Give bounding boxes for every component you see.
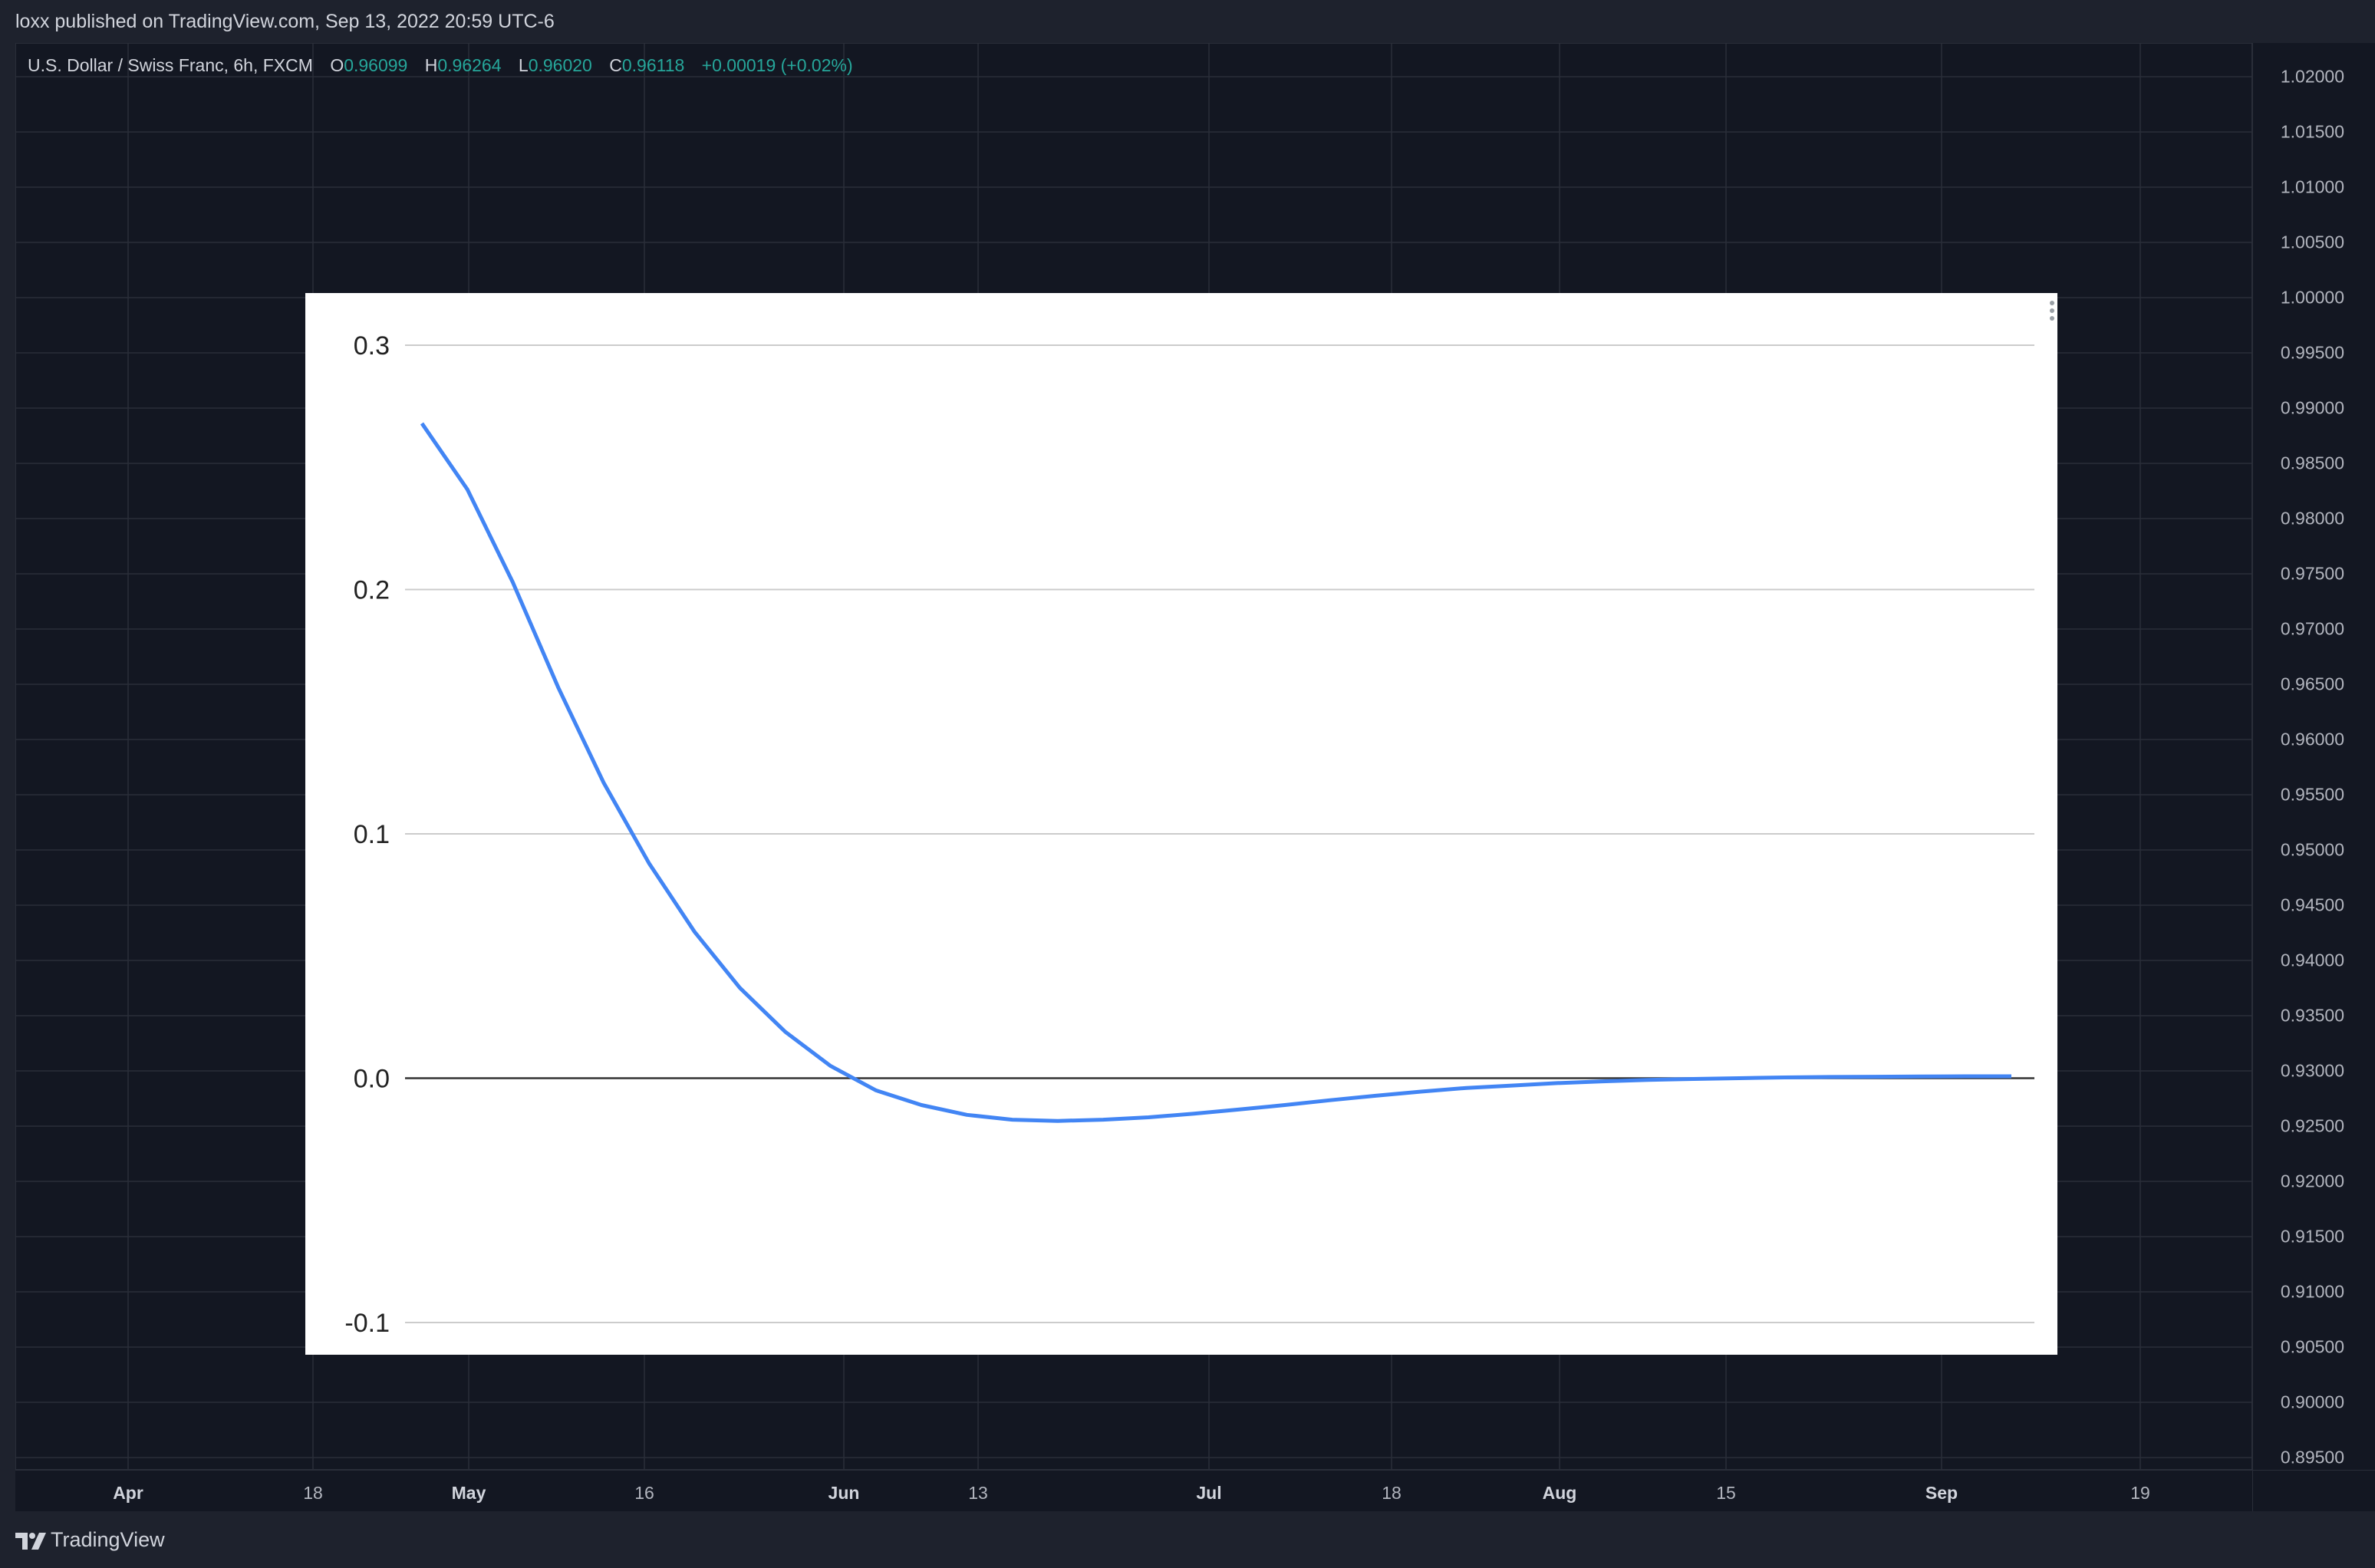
low-label: L: [518, 55, 529, 75]
low-value: 0.96020: [528, 55, 592, 75]
time-tick-label: 15: [1716, 1483, 1736, 1503]
price-tick-label: 0.97000: [2280, 618, 2344, 639]
time-tick-label: Jun: [828, 1483, 860, 1503]
price-tick-label: 0.92000: [2280, 1171, 2344, 1191]
y-tick-label: 0.0: [354, 1065, 390, 1094]
time-tick-label: 19: [2130, 1483, 2150, 1503]
high-value: 0.96264: [437, 55, 502, 75]
tradingview-brand: TradingView: [51, 1528, 165, 1551]
price-tick-label: 0.91000: [2280, 1281, 2344, 1302]
price-tick-label: 0.95500: [2280, 784, 2344, 805]
price-tick-label: 1.00500: [2280, 232, 2344, 252]
close-value: 0.96118: [621, 55, 685, 75]
price-tick-label: 0.96500: [2280, 674, 2344, 694]
footer: TradingView: [0, 1511, 2375, 1568]
price-tick-label: 0.93000: [2280, 1060, 2344, 1081]
price-tick-label: 0.90000: [2280, 1392, 2344, 1412]
y-tick-label: 0.3: [354, 331, 390, 361]
embedded-chart-image: 0.3 0.2 0.1 0.0 -0.1: [305, 293, 2057, 1355]
series-line: [420, 422, 2011, 1123]
price-tick-label: 0.99000: [2280, 397, 2344, 418]
time-axis[interactable]: Apr 18 May 16 Jun 13 Jul 18 Aug 15 Sep 19: [15, 1470, 2252, 1511]
time-tick-label: Aug: [1542, 1483, 1577, 1503]
price-tick-label: 0.94500: [2280, 894, 2344, 915]
publish-header: loxx published on TradingView.com, Sep 1…: [0, 0, 2375, 43]
price-tick-label: 1.02000: [2280, 66, 2344, 87]
time-tick-label: May: [451, 1483, 486, 1503]
embedded-line-chart: 0.3 0.2 0.1 0.0 -0.1: [344, 331, 2034, 1338]
symbol-legend: U.S. Dollar / Swiss Franc, 6h, FXCM O0.9…: [28, 55, 853, 76]
price-tick-label: 0.97500: [2280, 563, 2344, 584]
symbol-name: U.S. Dollar / Swiss Franc, 6h, FXCM: [28, 55, 313, 75]
publish-info: loxx published on TradingView.com, Sep 1…: [15, 11, 555, 32]
price-tick-label: 0.96000: [2280, 729, 2344, 749]
price-tick-label: 0.95000: [2280, 839, 2344, 860]
open-value: 0.96099: [344, 55, 408, 75]
close-label: C: [609, 55, 622, 75]
price-tick-label: 0.91500: [2280, 1226, 2344, 1247]
time-tick-label: 18: [303, 1483, 323, 1503]
time-tick-label: Sep: [1925, 1483, 1958, 1503]
price-tick-label: 0.90500: [2280, 1336, 2344, 1357]
price-tick-label: 0.94000: [2280, 950, 2344, 970]
y-tick-label: 0.1: [354, 820, 390, 849]
price-tick-label: 0.93500: [2280, 1005, 2344, 1026]
tradingview-snapshot: loxx published on TradingView.com, Sep 1…: [0, 0, 2375, 1568]
overlay-menu-icon[interactable]: [2047, 298, 2057, 328]
high-label: H: [424, 55, 438, 75]
price-tick-label: 1.00000: [2280, 287, 2344, 308]
open-label: O: [330, 55, 344, 75]
price-tick-label: 0.98500: [2280, 453, 2344, 473]
y-tick-label: 0.2: [354, 576, 390, 605]
tradingview-logo-icon: [15, 1533, 46, 1550]
change-value: +0.00019 (+0.02%): [701, 55, 853, 75]
time-tick-label: Apr: [113, 1483, 143, 1503]
price-tick-label: 0.92500: [2280, 1115, 2344, 1136]
price-axis[interactable]: 1.02000 1.01500 1.01000 1.00500 1.00000 0.995…: [2252, 43, 2375, 1470]
y-tick-label: -0.1: [344, 1309, 390, 1338]
price-tick-label: 0.98000: [2280, 508, 2344, 529]
price-tick-label: 1.01000: [2280, 176, 2344, 197]
axis-corner: [2252, 1470, 2375, 1511]
time-tick-label: 13: [968, 1483, 988, 1503]
time-tick-label: 18: [1382, 1483, 1402, 1503]
price-tick-label: 0.89500: [2280, 1447, 2344, 1468]
time-tick-label: Jul: [1196, 1483, 1222, 1503]
price-tick-label: 0.99500: [2280, 342, 2344, 363]
time-tick-label: 16: [634, 1483, 654, 1503]
price-tick-label: 1.01500: [2280, 121, 2344, 142]
